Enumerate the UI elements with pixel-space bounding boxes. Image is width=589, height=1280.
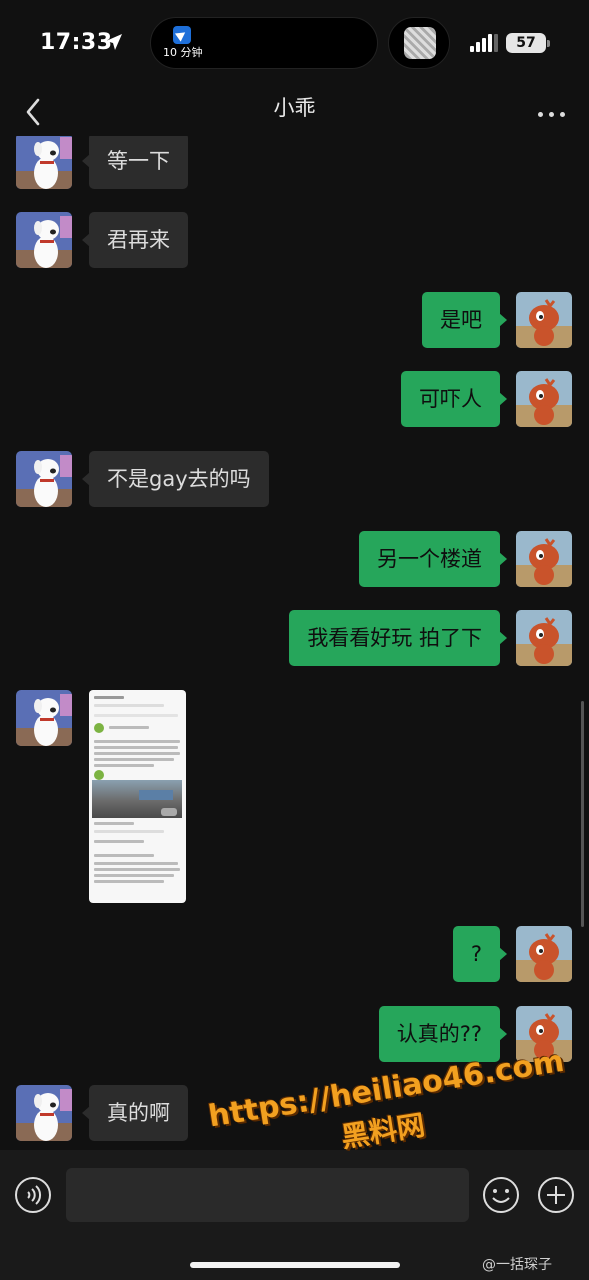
- chat-title: 小乖: [273, 96, 316, 120]
- contact-avatar[interactable]: [16, 451, 72, 507]
- status-time: 17:33: [40, 30, 113, 55]
- contact-avatar[interactable]: [16, 212, 72, 268]
- dynamic-island[interactable]: 10 分钟: [150, 17, 378, 69]
- home-indicator[interactable]: [190, 1262, 400, 1268]
- self-avatar[interactable]: [516, 371, 572, 427]
- message-bubble-outgoing[interactable]: 是吧: [422, 292, 507, 348]
- message-bubble-incoming[interactable]: 君再来: [82, 212, 188, 268]
- thumbnail-image: [404, 27, 436, 59]
- scrollbar[interactable]: [581, 701, 584, 927]
- plus-icon[interactable]: [537, 1176, 575, 1214]
- credit-text: @一括琛子: [482, 1257, 552, 1273]
- contact-avatar[interactable]: [16, 1085, 72, 1141]
- message-bubble-incoming[interactable]: 不是gay去的吗: [82, 451, 269, 507]
- message-input[interactable]: [66, 1168, 469, 1222]
- self-avatar[interactable]: [516, 531, 572, 587]
- message-bubble-outgoing[interactable]: 我看看好玩 拍了下: [289, 610, 507, 666]
- message-bubble-incoming[interactable]: 真的啊: [82, 1085, 188, 1141]
- signal-icon: [470, 34, 500, 52]
- voice-icon[interactable]: [14, 1176, 52, 1214]
- status-bar: 17:33 10 分钟 57: [0, 0, 589, 88]
- contact-avatar[interactable]: [16, 136, 72, 189]
- app-icon: [173, 26, 191, 44]
- message-bubble-outgoing[interactable]: ?: [452, 926, 508, 982]
- contact-avatar[interactable]: [16, 690, 72, 746]
- chat-messages[interactable]: 等一下 君再来 是吧 可吓人 不是gay去的吗 另一个楼道 我看看好玩 拍了下: [0, 136, 589, 1150]
- more-dots-icon[interactable]: [532, 100, 572, 128]
- message-bubble-outgoing[interactable]: 另一个楼道: [359, 531, 507, 587]
- island-thumbnail[interactable]: [388, 17, 450, 69]
- message-bubble-incoming[interactable]: 等一下: [82, 136, 188, 189]
- self-avatar[interactable]: [516, 292, 572, 348]
- self-avatar[interactable]: [516, 610, 572, 666]
- island-label: 10 分钟: [163, 46, 203, 59]
- nav-bar: 小乖: [0, 88, 589, 136]
- battery-indicator: 57: [506, 33, 550, 53]
- image-message[interactable]: [89, 690, 186, 903]
- self-avatar[interactable]: [516, 926, 572, 982]
- message-bubble-outgoing[interactable]: 可吓人: [401, 371, 507, 427]
- emoji-icon[interactable]: [482, 1176, 520, 1214]
- message-bubble-outgoing[interactable]: 认真的??: [378, 1006, 508, 1062]
- location-arrow-icon: [106, 34, 122, 50]
